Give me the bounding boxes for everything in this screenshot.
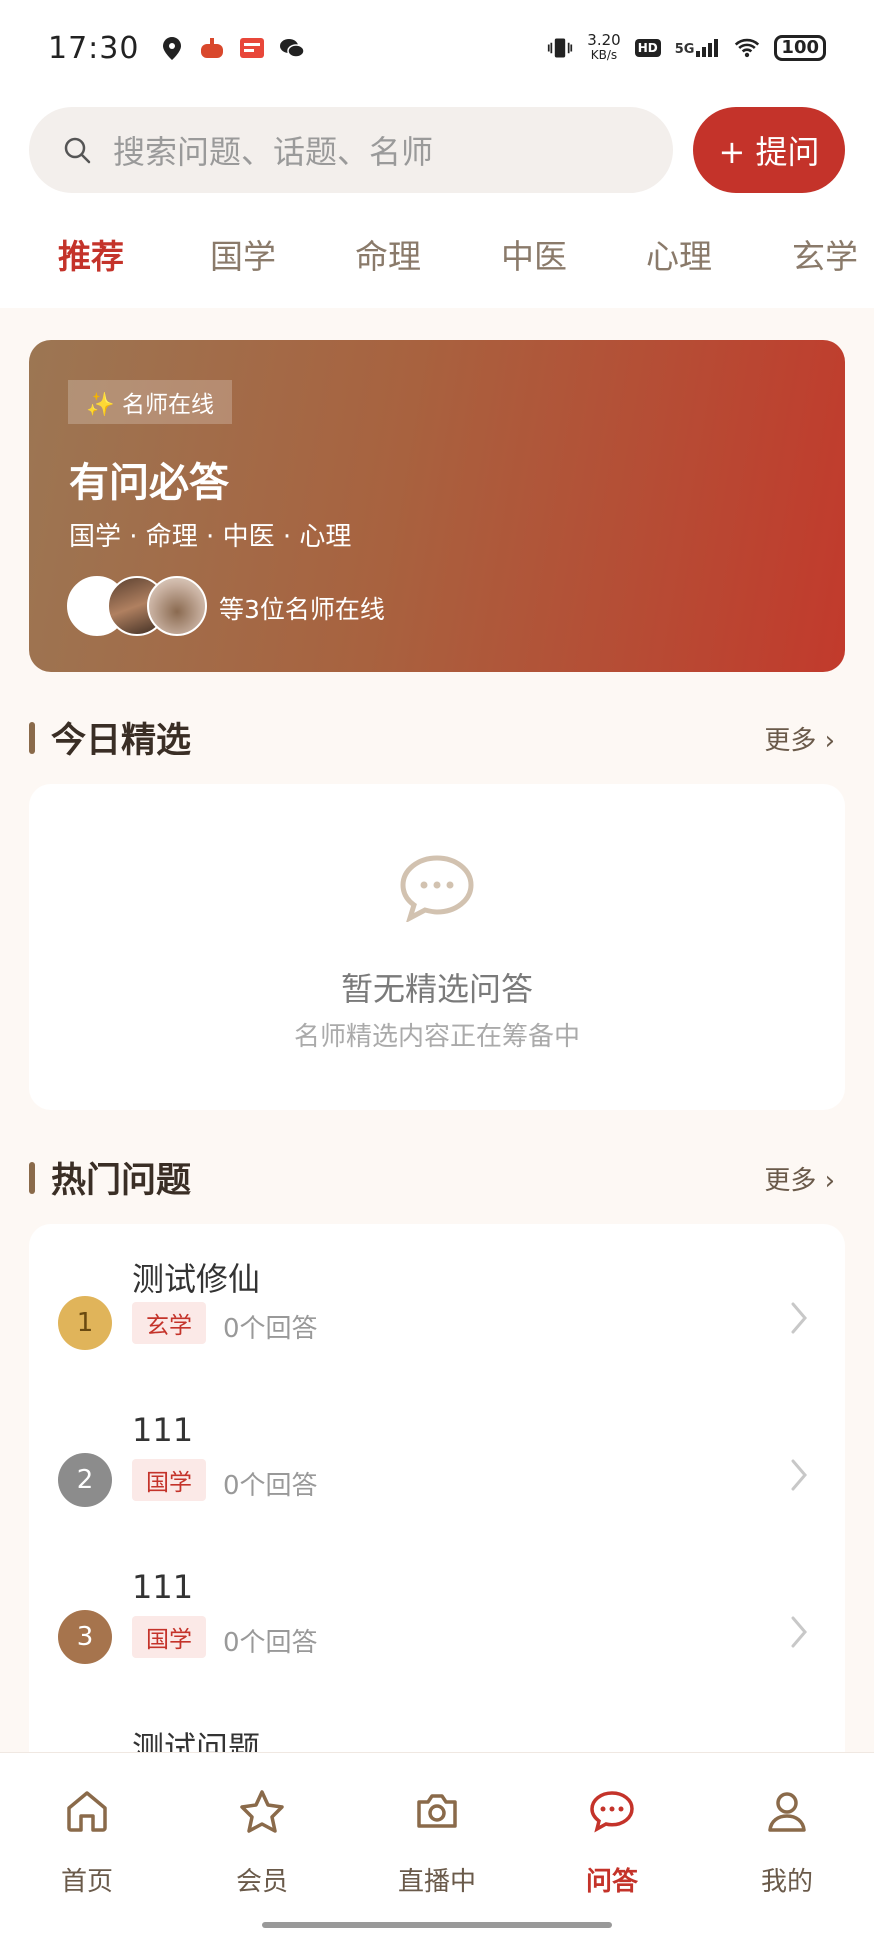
featured-section-header: 今日精选 更多 ›	[29, 712, 845, 762]
bottom-navigation: 首页 会员 直播中 问答 我的	[0, 1752, 874, 1934]
hd-badge: HD	[634, 39, 661, 57]
banner-subtitle: 国学 · 命理 · 中医 · 心理	[69, 522, 352, 552]
tab-mingli[interactable]: 命理	[355, 230, 421, 278]
banner-badge: ✨ 名师在线	[68, 380, 232, 424]
tab-guoxue[interactable]: 国学	[210, 230, 276, 278]
wechat-icon	[279, 35, 306, 61]
hot-question-item[interactable]: 3 111 国学 0个回答	[29, 1558, 845, 1714]
nav-member[interactable]: 会员	[182, 1753, 342, 1903]
tab-xinli[interactable]: 心理	[646, 230, 712, 278]
rank-badge: 1	[58, 1296, 112, 1350]
location-icon	[159, 35, 185, 61]
answer-count: 0个回答	[223, 1471, 318, 1501]
signal-label: 5G	[674, 42, 695, 57]
nav-home[interactable]: 首页	[7, 1753, 167, 1903]
rank-badge: 3	[58, 1610, 112, 1664]
featured-more-link[interactable]: 更多 ›	[764, 720, 835, 757]
question-title: 测试修仙	[132, 1260, 261, 1298]
search-icon	[64, 137, 91, 164]
featured-empty-card: 暂无精选问答 名师精选内容正在筹备中	[29, 784, 845, 1110]
category-tag: 国学	[132, 1616, 206, 1658]
empty-subtitle: 名师精选内容正在筹备中	[293, 1022, 580, 1052]
battery-indicator: 100	[774, 35, 826, 61]
vibrate-icon	[547, 35, 573, 61]
net-speed-unit: KB/s	[590, 48, 618, 62]
nav-live[interactable]: 直播中	[357, 1753, 517, 1903]
ask-question-button[interactable]: + 提问	[693, 107, 845, 193]
user-icon	[759, 1783, 815, 1839]
hot-questions-list: 1 测试修仙 玄学 0个回答 2 111 国学 0个回答 3 111 国学 0个…	[29, 1224, 845, 1784]
news-app-icon	[239, 35, 265, 61]
hot-more-link[interactable]: 更多 ›	[764, 1160, 835, 1197]
banner-title: 有问必答	[69, 460, 229, 506]
nav-label: 问答	[585, 1867, 638, 1897]
chevron-right-icon	[791, 1459, 807, 1491]
avatar	[147, 576, 207, 636]
nav-qa[interactable]: 问答	[532, 1753, 692, 1903]
star-icon	[234, 1783, 290, 1839]
answer-count: 0个回答	[223, 1314, 318, 1344]
category-tabs: 推荐 国学 命理 中医 心理 玄学	[0, 230, 874, 290]
experts-online-banner[interactable]: ✨ 名师在线 有问必答 国学 · 命理 · 中医 · 心理 等3位名师在线	[29, 340, 845, 672]
chevron-right-icon	[791, 1302, 807, 1334]
banner-online-text: 等3位名师在线	[219, 595, 385, 624]
hot-section-header: 热门问题 更多 ›	[29, 1152, 845, 1202]
signal-bars-icon	[696, 39, 719, 57]
net-speed-value: 3.20	[587, 31, 621, 49]
search-placeholder: 搜索问题、话题、名师	[113, 133, 434, 171]
home-icon	[59, 1783, 115, 1839]
net-speed: 3.20 KB/s	[587, 33, 620, 63]
tab-zhongyi[interactable]: 中医	[501, 230, 567, 278]
tab-xuanxue[interactable]: 玄学	[792, 230, 858, 278]
status-bar: 17:30 3.20 KB/s HD 5G 100	[0, 0, 874, 96]
chat-bubble-icon	[399, 854, 475, 926]
banner-badge-label: ✨ 名师在线	[86, 392, 214, 418]
rank-badge: 2	[58, 1453, 112, 1507]
hot-title: 热门问题	[51, 1161, 192, 1201]
camera-icon	[409, 1783, 465, 1839]
category-tag: 玄学	[132, 1302, 206, 1344]
status-system-icons: 3.20 KB/s HD 5G 100	[547, 33, 826, 63]
nav-mine[interactable]: 我的	[707, 1753, 867, 1903]
tab-recommend[interactable]: 推荐	[58, 230, 124, 278]
chat-bubble-icon	[584, 1783, 640, 1839]
question-title: 111	[132, 1568, 194, 1606]
category-tag: 国学	[132, 1459, 206, 1501]
home-indicator[interactable]	[262, 1922, 612, 1928]
search-input[interactable]: 搜索问题、话题、名师	[29, 107, 673, 193]
hot-question-item[interactable]: 1 测试修仙 玄学 0个回答	[29, 1244, 845, 1400]
nav-label: 直播中	[397, 1867, 476, 1897]
section-accent-bar	[29, 722, 35, 754]
wifi-icon	[734, 35, 760, 61]
signal-indicator: 5G	[675, 39, 721, 57]
header: 搜索问题、话题、名师 + 提问 推荐 国学 命理 中医 心理 玄学	[0, 96, 874, 308]
qa-page: 17:30 3.20 KB/s HD 5G 100 搜索问题、话题、名师 + 提…	[0, 0, 874, 1934]
nav-label: 我的	[760, 1867, 813, 1897]
chevron-right-icon	[791, 1616, 807, 1648]
empty-title: 暂无精选问答	[340, 970, 533, 1008]
status-time: 17:30	[48, 30, 140, 66]
expert-avatars	[67, 576, 207, 636]
hot-question-item[interactable]: 2 111 国学 0个回答	[29, 1401, 845, 1557]
app-notification-icon	[199, 35, 225, 61]
question-title: 111	[132, 1411, 194, 1449]
status-notification-icons	[159, 35, 306, 61]
nav-label: 会员	[235, 1867, 288, 1897]
section-accent-bar	[29, 1162, 35, 1194]
nav-label: 首页	[60, 1867, 113, 1897]
answer-count: 0个回答	[223, 1628, 318, 1658]
featured-title: 今日精选	[51, 721, 192, 761]
